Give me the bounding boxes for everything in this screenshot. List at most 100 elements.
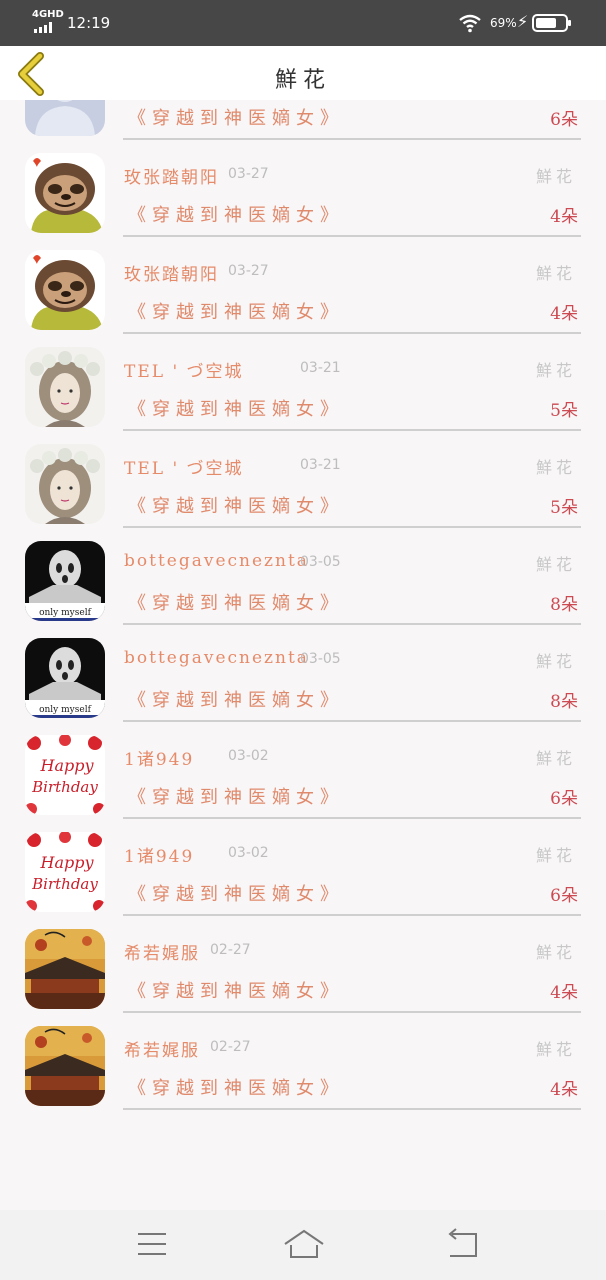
user-name: 玫张踏朝阳: [124, 168, 219, 188]
user-name: 1诸949: [124, 847, 195, 867]
avatar[interactable]: Happy Birthday: [25, 735, 105, 815]
flower-gift-list[interactable]: 鮮花 《穿越到神医嫡女》 6朵 游客1601037047506 03-27 鮮花…: [0, 100, 606, 1210]
gift-type-label: 鮮花: [535, 264, 576, 283]
book-title: 《穿越到神医嫡女》: [128, 981, 344, 1002]
row-divider: [123, 138, 581, 140]
gift-date: 02-27: [210, 942, 251, 958]
gift-row[interactable]: Happy Birthday 1诸949 03-02 鮮花 《穿越到神医嫡女》 6…: [0, 828, 606, 925]
gift-type-label: 鮮花: [535, 555, 576, 574]
charging-icon: ⚡: [517, 12, 529, 31]
menu-icon[interactable]: [130, 1224, 174, 1264]
book-title: 《穿越到神医嫡女》: [128, 205, 344, 226]
row-divider: [123, 914, 581, 916]
avatar-text-birthday: Birthday: [31, 875, 98, 893]
gift-row[interactable]: TEL ' づ空城 03-21 鮮花 《穿越到神医嫡女》 5朵: [0, 440, 606, 537]
gift-date: 03-05: [300, 651, 341, 667]
signal-icon: [34, 22, 54, 33]
flower-count: 8朵: [550, 595, 578, 615]
avatar[interactable]: only myself: [25, 541, 105, 621]
gift-type-label: 鮮花: [535, 846, 576, 865]
book-title: 《穿越到神医嫡女》: [128, 884, 344, 905]
system-nav-bar: [0, 1210, 606, 1280]
book-title: 《穿越到神医嫡女》: [128, 593, 344, 614]
avatar-text-happy: Happy: [39, 853, 94, 872]
header: 鮮花: [0, 46, 606, 100]
avatar-caption: only myself: [39, 608, 91, 618]
battery-icon: [532, 14, 571, 32]
flower-count: 5朵: [550, 498, 578, 518]
book-title: 《穿越到神医嫡女》: [128, 399, 344, 420]
book-title: 《穿越到神医嫡女》: [128, 1078, 344, 1099]
row-divider: [123, 1108, 581, 1110]
flower-count: 4朵: [550, 207, 578, 227]
row-divider: [123, 235, 581, 237]
book-title: 《穿越到神医嫡女》: [128, 787, 344, 808]
back-icon[interactable]: [440, 1224, 484, 1264]
user-name: bottegavecneznta: [124, 648, 309, 668]
gift-row[interactable]: 游客1601037047506 03-27 鮮花 《穿越到神医嫡女》 6朵: [0, 100, 606, 149]
gift-row[interactable]: only myself bottegavecneznta 03-05 鮮花 《穿…: [0, 634, 606, 731]
avatar[interactable]: [25, 100, 105, 136]
row-divider: [123, 526, 581, 528]
gift-type-label: 鮮花: [535, 1040, 576, 1059]
user-name: TEL ' づ空城: [124, 459, 244, 479]
row-divider: [123, 817, 581, 819]
gift-row[interactable]: 玫张踏朝阳 03-27 鮮花 《穿越到神医嫡女》 4朵: [0, 149, 606, 246]
user-name: 玫张踏朝阳: [124, 265, 219, 285]
avatar[interactable]: [25, 929, 105, 1009]
gift-type-label: 鮮花: [535, 749, 576, 768]
gift-date: 03-21: [300, 457, 341, 473]
row-divider: [123, 332, 581, 334]
battery-percent: 69%: [490, 16, 517, 30]
avatar[interactable]: [25, 347, 105, 427]
gift-type-label: 鮮花: [535, 943, 576, 962]
avatar[interactable]: Happy Birthday: [25, 832, 105, 912]
home-icon[interactable]: [282, 1224, 326, 1264]
gift-date: 03-02: [228, 845, 269, 861]
row-divider: [123, 623, 581, 625]
avatar[interactable]: [25, 250, 105, 330]
flower-count: 6朵: [550, 886, 578, 906]
page-title: 鮮花: [274, 68, 331, 93]
gift-date: 02-27: [210, 1039, 251, 1055]
flower-count: 4朵: [550, 1080, 578, 1100]
book-title: 《穿越到神医嫡女》: [128, 108, 344, 129]
gift-row[interactable]: Happy Birthday 1诸949 03-02 鮮花 《穿越到神医嫡女》 6…: [0, 731, 606, 828]
flower-count: 4朵: [550, 983, 578, 1003]
gift-type-label: 鮮花: [535, 167, 576, 186]
flower-count: 4朵: [550, 304, 578, 324]
gift-row[interactable]: 希若娓服 02-27 鮮花 《穿越到神医嫡女》 4朵: [0, 1022, 606, 1119]
user-name: 希若娓服: [124, 944, 200, 964]
book-title: 《穿越到神医嫡女》: [128, 496, 344, 517]
gift-type-label: 鮮花: [535, 652, 576, 671]
user-name: 希若娓服: [124, 1041, 200, 1061]
flower-count: 6朵: [550, 110, 578, 130]
gift-type-label: 鮮花: [535, 361, 576, 380]
gift-row[interactable]: only myself bottegavecneznta 03-05 鮮花 《穿…: [0, 537, 606, 634]
avatar[interactable]: [25, 153, 105, 233]
row-divider: [123, 1011, 581, 1013]
book-title: 《穿越到神医嫡女》: [128, 302, 344, 323]
avatar[interactable]: [25, 1026, 105, 1106]
flower-count: 6朵: [550, 789, 578, 809]
row-divider: [123, 720, 581, 722]
avatar[interactable]: [25, 444, 105, 524]
status-bar: 4GHD 12:19 69% ⚡: [0, 0, 606, 46]
user-name: TEL ' づ空城: [124, 362, 244, 382]
avatar-caption: only myself: [39, 705, 91, 715]
gift-date: 03-05: [300, 554, 341, 570]
gift-type-label: 鮮花: [535, 458, 576, 477]
flower-count: 5朵: [550, 401, 578, 421]
gift-row[interactable]: TEL ' づ空城 03-21 鮮花 《穿越到神医嫡女》 5朵: [0, 343, 606, 440]
gift-date: 03-27: [228, 263, 269, 279]
user-name: 1诸949: [124, 750, 195, 770]
gift-date: 03-27: [228, 166, 269, 182]
gift-row[interactable]: 玫张踏朝阳 03-27 鮮花 《穿越到神医嫡女》 4朵: [0, 246, 606, 343]
user-name: bottegavecneznta: [124, 551, 309, 571]
avatar-text-happy: Happy: [39, 756, 94, 775]
clock: 12:19: [67, 14, 111, 32]
wifi-icon: [459, 14, 481, 33]
gift-date: 03-02: [228, 748, 269, 764]
avatar[interactable]: only myself: [25, 638, 105, 718]
gift-row[interactable]: 希若娓服 02-27 鮮花 《穿越到神医嫡女》 4朵: [0, 925, 606, 1022]
